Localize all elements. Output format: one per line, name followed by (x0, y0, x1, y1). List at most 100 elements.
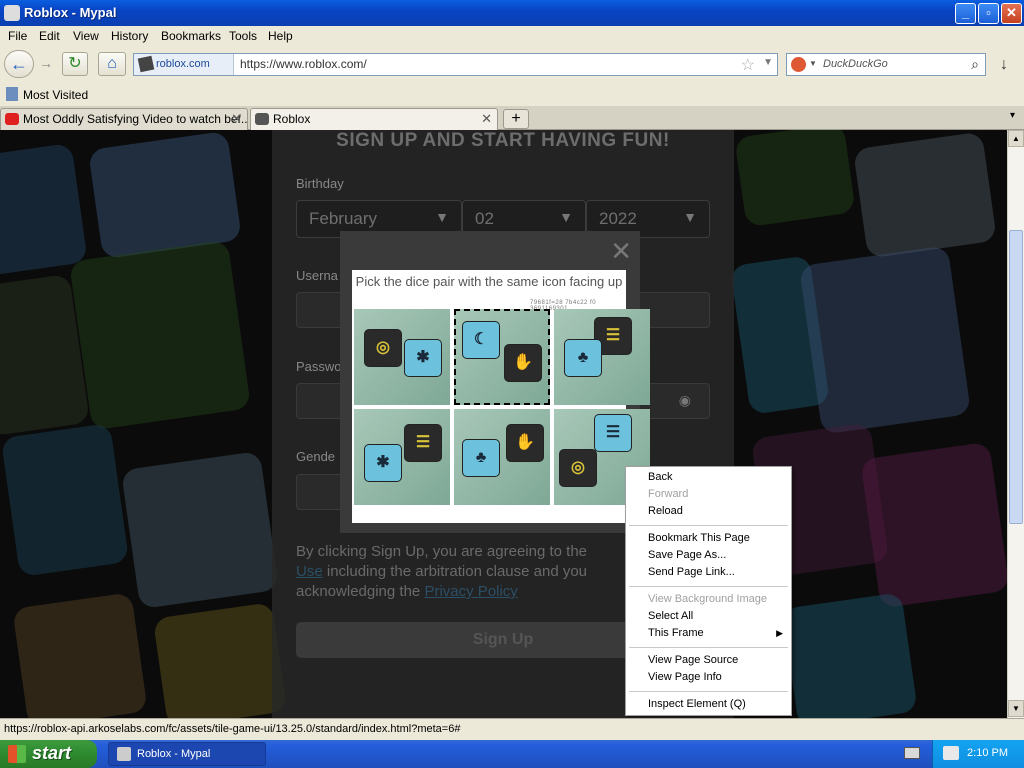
close-button[interactable]: ✕ (1001, 3, 1022, 24)
vertical-scrollbar[interactable]: ▲ ▼ (1007, 130, 1024, 718)
new-tab-button[interactable]: + (503, 109, 529, 129)
ctx-back[interactable]: Back (648, 471, 672, 483)
chevron-down-icon: ▼ (435, 209, 449, 225)
menu-view[interactable]: View (73, 29, 99, 43)
tab-scroll-icon[interactable]: ▾ (1010, 110, 1015, 121)
captcha-tile-3[interactable]: ☰ ♣ (554, 309, 650, 405)
captcha-tile-1[interactable]: ◎ ✱ (354, 309, 450, 405)
menu-file[interactable]: File (8, 29, 27, 43)
dice-icon: ☰ (594, 414, 632, 452)
agree-text-2: including the arbitration clause and you (322, 563, 588, 580)
captcha-tile-2[interactable]: ☾ ✋ (454, 309, 550, 405)
dice-icon: ♣ (462, 439, 500, 477)
url-text[interactable]: https://www.roblox.com/ (240, 57, 367, 71)
dice-icon: ✋ (504, 344, 542, 382)
menu-separator (629, 525, 788, 526)
browser-window: Roblox - Mypal _ ▫ ✕ File Edit View Hist… (0, 0, 1024, 740)
windows-logo-icon (8, 745, 26, 763)
taskbar-window-item[interactable]: Roblox - Mypal (108, 742, 266, 766)
ctx-save-page-as[interactable]: Save Page As... (648, 549, 726, 561)
search-engine-dropdown-icon[interactable]: ▼ (809, 59, 817, 68)
dice-icon: ◎ (364, 329, 402, 367)
tab-bar: Most Oddly Satisfying Video to watch bef… (0, 106, 1024, 130)
bookmark-star-icon[interactable]: ☆ (741, 55, 755, 75)
captcha-close-icon[interactable]: ✕ (610, 238, 632, 264)
ctx-reload[interactable]: Reload (648, 505, 683, 517)
chevron-down-icon: ▼ (559, 209, 573, 225)
forward-button[interactable]: → (35, 52, 57, 76)
menu-help[interactable]: Help (268, 29, 293, 43)
tab-roblox[interactable]: Roblox ✕ (250, 108, 498, 130)
bookmark-most-visited[interactable]: Most Visited (23, 88, 88, 102)
clock: 2:10 PM (967, 747, 1008, 759)
menu-edit[interactable]: Edit (39, 29, 60, 43)
tab-close-icon[interactable]: ✕ (231, 109, 242, 129)
start-button[interactable]: start (0, 740, 97, 768)
dice-icon: ✋ (506, 424, 544, 462)
captcha-modal: ✕ Pick the dice pair with the same icon … (340, 231, 650, 533)
tab-close-icon[interactable]: ✕ (481, 109, 492, 129)
taskbar-window-label: Roblox - Mypal (137, 748, 211, 760)
bookmarks-toolbar: Most Visited (0, 84, 1024, 106)
search-placeholder: DuckDuckGo (823, 58, 888, 70)
terms-of-use-link[interactable]: Use (296, 563, 323, 580)
bookmark-folder-icon (6, 87, 18, 101)
captcha-prompt: Pick the dice pair with the same icon fa… (355, 274, 623, 289)
agree-text-3: acknowledging the (296, 583, 425, 600)
show-password-eye-icon[interactable]: ◉ (679, 392, 691, 409)
url-dropdown-icon[interactable]: ▼ (763, 57, 773, 68)
scroll-down-icon[interactable]: ▼ (1008, 700, 1024, 717)
ctx-view-page-source[interactable]: View Page Source (648, 654, 738, 666)
minimize-button[interactable]: _ (955, 3, 976, 24)
keyboard-icon[interactable] (904, 747, 920, 759)
ctx-bookmark-page[interactable]: Bookmark This Page (648, 532, 750, 544)
reload-button[interactable]: ↻ (62, 52, 88, 76)
roblox-icon (255, 113, 269, 125)
ctx-send-page-link[interactable]: Send Page Link... (648, 566, 735, 578)
url-bar[interactable]: roblox.com https://www.roblox.com/ ☆ ▼ (133, 53, 778, 76)
title-bar: Roblox - Mypal _ ▫ ✕ (0, 0, 1024, 26)
tab-label: Most Oddly Satisfying Video to watch bef… (23, 112, 248, 126)
menu-bookmarks[interactable]: Bookmarks (161, 29, 221, 43)
captcha-tile-4[interactable]: ✱ ☰ (354, 409, 450, 505)
scrollbar-thumb[interactable] (1009, 230, 1023, 524)
ctx-inspect-element[interactable]: Inspect Element (Q) (648, 698, 746, 710)
ctx-select-all[interactable]: Select All (648, 610, 693, 622)
status-url: https://roblox-api.arkoselabs.com/fc/ass… (4, 723, 461, 735)
birthday-label: Birthday (296, 176, 344, 191)
search-icon[interactable]: ⌕ (971, 56, 979, 73)
ctx-this-frame[interactable]: This Frame (648, 627, 704, 639)
menu-separator (629, 586, 788, 587)
tab-label: Roblox (273, 112, 311, 126)
search-bar[interactable]: ▼ DuckDuckGo ⌕ (786, 53, 986, 76)
status-bar: https://roblox-api.arkoselabs.com/fc/ass… (0, 718, 1024, 740)
gender-label: Gende (296, 449, 336, 464)
password-label: Passwo (296, 359, 342, 374)
downloads-button[interactable]: ↓ (990, 53, 1018, 77)
privacy-policy-link[interactable]: Privacy Policy (424, 583, 517, 600)
tab-youtube[interactable]: Most Oddly Satisfying Video to watch bef… (0, 108, 248, 130)
menu-tools[interactable]: Tools (229, 29, 257, 43)
duckduckgo-icon[interactable] (791, 57, 806, 72)
captcha-tile-5[interactable]: ♣ ✋ (454, 409, 550, 505)
scroll-up-icon[interactable]: ▲ (1008, 130, 1024, 147)
dice-icon: ✱ (364, 444, 402, 482)
network-icon[interactable] (943, 746, 959, 760)
system-tray: 2:10 PM (932, 740, 1024, 768)
username-label: Userna (296, 268, 338, 283)
dice-icon: ✱ (404, 339, 442, 377)
back-button[interactable]: ← (4, 50, 34, 78)
submenu-arrow-icon: ▶ (776, 628, 783, 638)
roblox-favicon-icon (137, 55, 155, 73)
captcha-panel: Pick the dice pair with the same icon fa… (352, 270, 650, 523)
site-identity[interactable]: roblox.com (134, 54, 234, 75)
chevron-down-icon: ▼ (683, 209, 697, 225)
birth-year-value: 2022 (599, 209, 637, 228)
maximize-button[interactable]: ▫ (978, 3, 999, 24)
menu-history[interactable]: History (111, 29, 148, 43)
mypal-taskbar-icon (117, 747, 131, 761)
menu-separator (629, 647, 788, 648)
window-title: Roblox - Mypal (24, 5, 117, 20)
home-button[interactable]: ⌂ (98, 52, 126, 76)
ctx-view-page-info[interactable]: View Page Info (648, 671, 722, 683)
